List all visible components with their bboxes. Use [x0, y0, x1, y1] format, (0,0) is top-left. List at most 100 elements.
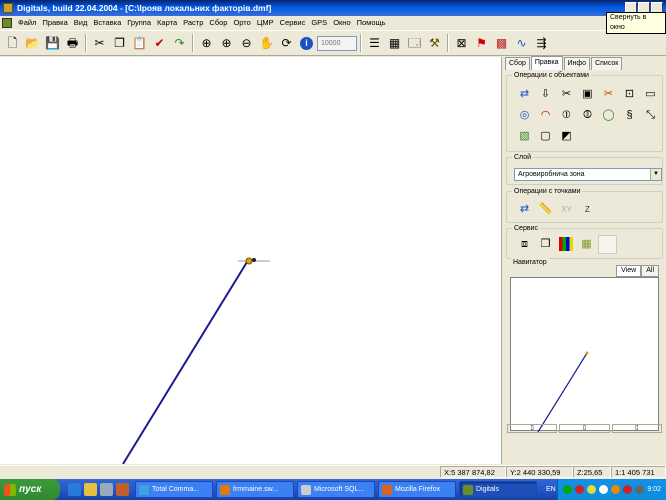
clock[interactable]: 9:02	[647, 486, 661, 493]
curve-icon[interactable]: ∿	[512, 33, 531, 53]
task-firefox[interactable]: Mozilla Firefox	[378, 481, 456, 498]
tray-icon[interactable]	[623, 485, 633, 494]
circle-icon[interactable]: ◯	[599, 106, 618, 125]
shape-icon[interactable]: ◩	[557, 127, 576, 146]
zoom-in-icon[interactable]: ⊕	[217, 33, 236, 53]
traffic-icon[interactable]: ⚑	[472, 33, 491, 53]
chevron-down-icon[interactable]: ▼	[650, 169, 661, 180]
tab-list[interactable]: Список	[591, 57, 623, 70]
layer-select[interactable]: Агровиробнича зона ▼	[514, 168, 662, 181]
volume-icon[interactable]	[635, 485, 645, 494]
menu-map[interactable]: Карта	[154, 18, 180, 27]
curve-tool-icon[interactable]: §	[620, 106, 639, 125]
info-icon[interactable]: i	[300, 36, 313, 50]
ruler-icon[interactable]: 📏	[536, 200, 555, 219]
menu-help[interactable]: Помощь	[354, 18, 389, 27]
tab-view[interactable]: View	[616, 265, 642, 277]
tab-info[interactable]: Инфо	[563, 57, 591, 70]
menu-window[interactable]: Окно	[330, 18, 353, 27]
tab-all[interactable]: All	[641, 265, 659, 277]
layers-icon[interactable]: ☰	[365, 33, 384, 53]
raster-icon[interactable]: ▩	[492, 33, 511, 53]
menu-gps[interactable]: GPS	[308, 18, 330, 27]
union-icon[interactable]: ⦶	[557, 106, 576, 125]
task-sql-server[interactable]: Microsoft SQL...	[297, 481, 375, 498]
open-folder-icon[interactable]: 📂	[23, 33, 42, 53]
z-button[interactable]: Z	[578, 200, 597, 219]
intersect-icon[interactable]: ⦷	[578, 106, 597, 125]
start-button[interactable]: пуск	[0, 479, 60, 500]
save-icon[interactable]: 💾	[43, 33, 62, 53]
print-icon[interactable]: 🖶	[63, 33, 82, 53]
tab-collect[interactable]: Сбор	[505, 57, 530, 70]
task-frmmaine[interactable]: frmmaine.sw...	[216, 481, 294, 498]
folder-icon[interactable]	[84, 483, 97, 496]
swap-direction-icon[interactable]: ⇄	[515, 85, 534, 104]
check-icon[interactable]: ✔	[150, 33, 169, 53]
frame-icon[interactable]: ▣	[578, 85, 597, 104]
square-icon[interactable]: ▢	[536, 127, 555, 146]
menu-ortho[interactable]: Орто	[230, 18, 253, 27]
menu-view[interactable]: Вид	[71, 18, 91, 27]
move-down-icon[interactable]: ⇩	[536, 85, 555, 104]
pan-hand-icon[interactable]: ✋	[257, 33, 276, 53]
nav-pane-center-icon[interactable]: ▯	[559, 424, 610, 433]
desktop-icon[interactable]	[100, 483, 113, 496]
menu-file[interactable]: Файл	[15, 18, 39, 27]
bar-icon[interactable]: ▭	[641, 85, 660, 104]
swap-points-icon[interactable]: ⇄	[515, 200, 534, 219]
tray-icon[interactable]	[599, 485, 609, 494]
zoom-window-icon[interactable]: ⊕	[197, 33, 216, 53]
properties-icon[interactable]: 🗔	[405, 33, 424, 53]
palette-icon[interactable]	[559, 237, 573, 251]
tray-icon[interactable]	[575, 485, 585, 494]
tools-icon[interactable]: ⚒	[425, 33, 444, 53]
language-indicator[interactable]: EN	[546, 486, 556, 493]
menu-edit[interactable]: Правка	[39, 18, 70, 27]
media-icon[interactable]	[116, 483, 129, 496]
zoom-out-icon[interactable]: ⊖	[237, 33, 256, 53]
pages-icon[interactable]: ❒	[536, 235, 555, 254]
navigator-view[interactable]	[510, 277, 659, 433]
vertex-icon[interactable]: ⤡	[641, 106, 660, 125]
center-icon[interactable]: ⊡	[620, 85, 639, 104]
task-digitals[interactable]: Digitals	[459, 481, 537, 498]
arc-icon[interactable]: ◠	[536, 106, 555, 125]
menu-service[interactable]: Сервис	[277, 18, 309, 27]
arrows-icon[interactable]: ⇶	[532, 33, 551, 53]
nav-pane-right-icon[interactable]: ▯	[611, 424, 662, 433]
document-icon[interactable]	[2, 17, 12, 28]
color-split-icon[interactable]: ✂	[599, 85, 618, 104]
ie-icon[interactable]	[68, 483, 81, 496]
cube-icon[interactable]: ⧈	[515, 235, 534, 254]
map-canvas[interactable]	[0, 57, 502, 465]
menu-group[interactable]: Группа	[124, 18, 154, 27]
map-line-feature[interactable]	[122, 261, 248, 465]
blank-tool-icon[interactable]	[598, 235, 617, 254]
tab-edit[interactable]: Правка	[530, 56, 563, 70]
redo-icon[interactable]: ↷	[170, 33, 189, 53]
grid-color-icon[interactable]: ▦	[577, 235, 596, 254]
menu-collect[interactable]: Сбор	[206, 18, 230, 27]
task-total-commander[interactable]: Total Comma...	[135, 481, 213, 498]
select-icon[interactable]: ⊠	[452, 33, 471, 53]
map-point-marker[interactable]	[238, 257, 270, 265]
scale-input[interactable]	[317, 35, 357, 51]
table-icon[interactable]: ▦	[385, 33, 404, 53]
scissors-icon[interactable]: ✂	[557, 85, 576, 104]
menu-raster[interactable]: Растр	[180, 18, 206, 27]
nav-pane-left-icon[interactable]: ▯	[507, 424, 558, 433]
paste-icon[interactable]: 📋	[130, 33, 149, 53]
polygon-edit-icon[interactable]: ▧	[515, 127, 534, 146]
refresh-icon[interactable]: ⟳	[277, 33, 296, 53]
xy-button[interactable]: XY	[557, 200, 576, 219]
menu-dem[interactable]: ЦМР	[254, 18, 277, 27]
copy-icon[interactable]: ❐	[110, 33, 129, 53]
cut-icon[interactable]: ✂	[90, 33, 109, 53]
menu-insert[interactable]: Вставка	[90, 18, 124, 27]
new-file-icon[interactable]: 🗋	[3, 33, 22, 53]
rotate-icon[interactable]: ◎	[515, 106, 534, 125]
tray-icon[interactable]	[587, 485, 597, 494]
tray-icon[interactable]	[563, 485, 573, 494]
tray-icon[interactable]	[611, 485, 621, 494]
